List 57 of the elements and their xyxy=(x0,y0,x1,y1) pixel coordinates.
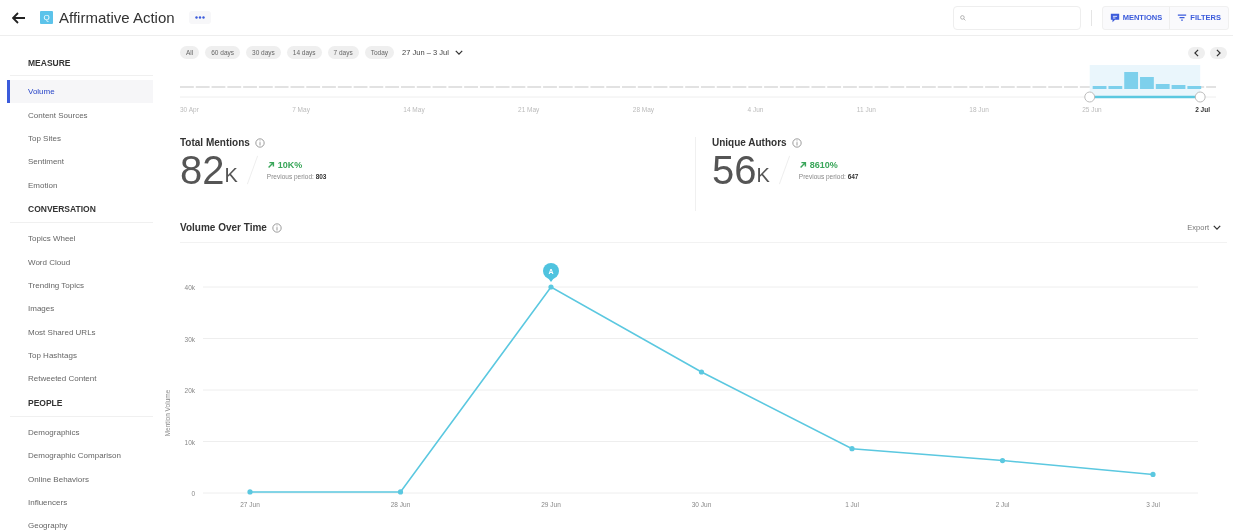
sidebar-item[interactable]: Retweeted Content xyxy=(0,367,153,391)
sidebar-item[interactable]: Online Behaviors xyxy=(0,467,153,491)
sidebar-item[interactable]: Most Shared URLs xyxy=(0,320,153,344)
sidebar-item[interactable]: Influencers xyxy=(0,490,153,515)
timeline-overview-drawing[interactable] xyxy=(180,65,1216,105)
data-point[interactable] xyxy=(849,446,855,452)
speech-bubble-icon xyxy=(1109,12,1120,23)
chevron-right-icon xyxy=(1216,48,1221,57)
next-button[interactable] xyxy=(1210,46,1227,59)
info-icon[interactable] xyxy=(254,137,265,148)
back-arrow-icon[interactable] xyxy=(12,11,26,24)
app-logo: Q xyxy=(40,11,53,24)
chevron-left-icon xyxy=(1194,48,1199,57)
sidebar-item[interactable]: Volume xyxy=(7,80,153,104)
metric-value: 82 xyxy=(180,150,225,190)
search-icon xyxy=(959,13,966,22)
metric-unit: K xyxy=(224,164,238,187)
sidebar-item[interactable]: Demographic Comparison xyxy=(0,444,153,468)
sidebar-item[interactable]: Trending Topics xyxy=(0,273,153,298)
page-title: Affirmative Action xyxy=(59,9,175,26)
more-icon xyxy=(194,16,205,19)
metric-unit: K xyxy=(756,164,770,187)
data-point[interactable] xyxy=(397,489,404,495)
data-point[interactable] xyxy=(247,489,253,495)
data-point[interactable] xyxy=(1150,471,1156,478)
sidebar-item[interactable]: Top Hashtags xyxy=(0,343,153,368)
info-icon[interactable] xyxy=(791,137,802,148)
chart-title: Volume Over Time xyxy=(180,222,267,233)
previous-button[interactable] xyxy=(1188,46,1205,59)
sidebar-item[interactable]: Images xyxy=(0,297,153,321)
sidebar-item[interactable]: Geography xyxy=(0,514,153,531)
trend-up-icon xyxy=(798,161,807,169)
more-button[interactable] xyxy=(188,11,211,24)
chevron-down-icon xyxy=(454,50,463,55)
chevron-down-icon xyxy=(1213,225,1221,230)
info-icon[interactable] xyxy=(271,222,282,233)
sidebar-item[interactable]: Demographics xyxy=(0,420,153,445)
data-point[interactable] xyxy=(999,457,1006,464)
sidebar-item[interactable]: Topics Wheel xyxy=(0,226,153,251)
filter-icon xyxy=(1177,13,1188,22)
data-point[interactable] xyxy=(548,284,554,290)
metric-value: 56 xyxy=(712,150,757,190)
search-field[interactable] xyxy=(952,5,1081,30)
section-heading: PEOPLE xyxy=(28,398,63,409)
sidebar-item[interactable]: Content Sources xyxy=(0,103,153,127)
change-percent: 8610% xyxy=(809,160,838,170)
sidebar-item[interactable]: Sentiment xyxy=(0,150,153,174)
section-heading: CONVERSATION xyxy=(28,204,96,215)
sidebar-item[interactable]: Emotion xyxy=(0,173,153,197)
data-point[interactable] xyxy=(698,369,705,375)
trend-up-icon xyxy=(266,161,275,169)
section-heading: MEASURE xyxy=(28,57,71,68)
metric-title: Total Mentions xyxy=(180,137,250,148)
sidebar-item[interactable]: Top Sites xyxy=(0,126,153,151)
change-percent: 10K% xyxy=(277,160,303,170)
metric-title: Unique Authors xyxy=(712,137,787,148)
sidebar-item[interactable]: Word Cloud xyxy=(0,250,153,274)
